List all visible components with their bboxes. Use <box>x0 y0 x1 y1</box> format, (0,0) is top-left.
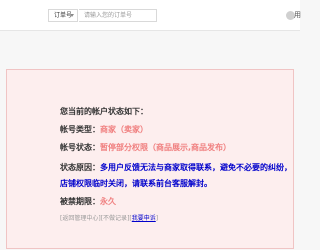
account-status-row: 帐号状态：暂停部分权限（商品展示,商品发布） <box>60 142 292 153</box>
account-status-value: 暂停部分权限（商品展示,商品发布） <box>100 143 232 152</box>
search-type-select[interactable]: 订单号 <box>48 9 78 22</box>
ban-period-row: 被禁期限：永久 <box>60 196 292 207</box>
search-input[interactable] <box>79 9 157 22</box>
top-bar: 订单号 用 <box>0 0 301 31</box>
appeal-link[interactable]: 我要申诉 <box>132 215 156 222</box>
account-status-label: 帐号状态： <box>60 143 100 152</box>
ban-period-value: 永久 <box>100 197 116 206</box>
account-type-label: 帐号类型： <box>60 125 100 134</box>
notice-heading: 您当前的帐户状态如下： <box>60 107 148 116</box>
notice-content: 您当前的帐户状态如下： 帐号类型：商家（卖家） 帐号状态：暂停部分权限（商品展示… <box>60 106 292 223</box>
account-type-value: 商家（卖家） <box>100 125 148 134</box>
user-name-label[interactable]: 用 <box>294 10 301 20</box>
chevron-down-icon <box>70 14 74 17</box>
status-reason-row: 状态原因：多用户反馈无法与商家取得联系，避免不必要的纠纷，店铺权限临时关闭，请联… <box>60 160 292 192</box>
action-links: [返回管理中心][不做记录][我要申诉] <box>60 215 159 222</box>
account-type-row: 帐号类型：商家（卖家） <box>60 124 292 135</box>
ban-period-label: 被禁期限： <box>60 197 100 206</box>
return-admin-link[interactable]: 返回管理中心 <box>62 215 98 222</box>
not-now-link[interactable]: 不做记录 <box>103 215 127 222</box>
status-reason-label: 状态原因： <box>60 163 100 172</box>
account-status-notice: 您当前的帐户状态如下： 帐号类型：商家（卖家） 帐号状态：暂停部分权限（商品展示… <box>6 69 294 249</box>
